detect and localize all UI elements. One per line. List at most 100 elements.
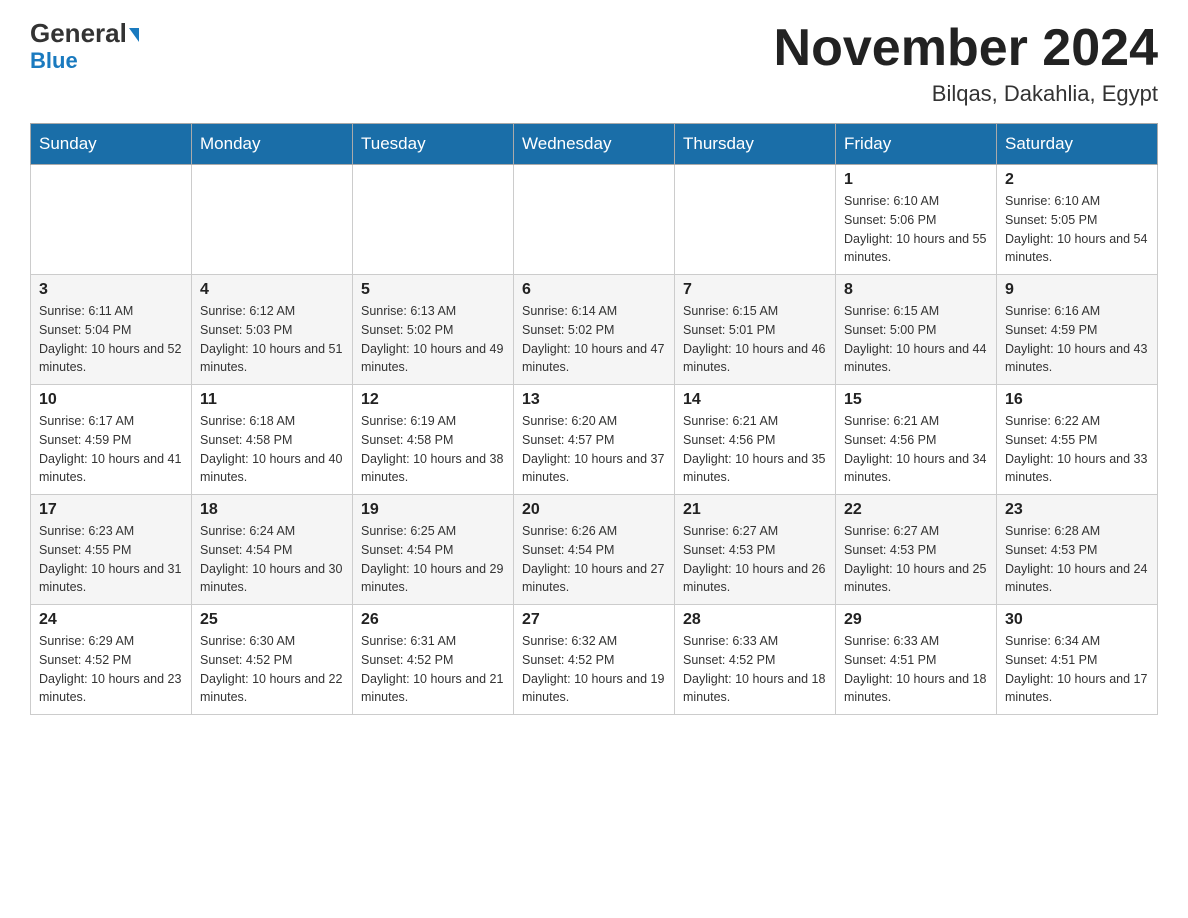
- table-row: 17 Sunrise: 6:23 AMSunset: 4:55 PMDayligh…: [31, 495, 192, 605]
- day-info-line: Daylight: 10 hours and 44 minutes.: [844, 340, 988, 378]
- day-number: 20: [522, 501, 666, 519]
- day-info-line: Sunrise: 6:26 AM: [522, 522, 666, 541]
- table-row: 23Sunrise: 6:28 AMSunset: 4:53 PMDayligh…: [997, 495, 1158, 605]
- day-info-line: Daylight: 10 hours and 26 minutes.: [683, 560, 827, 598]
- day-info-line: Daylight: 10 hours and 27 minutes.: [522, 560, 666, 598]
- day-info: Sunrise: 6:21 AMSunset: 4:56 PMDaylight:…: [844, 412, 988, 487]
- day-info-line: Daylight: 10 hours and 34 minutes.: [844, 450, 988, 488]
- day-info-line: Daylight: 10 hours and 29 minutes.: [361, 560, 505, 598]
- day-number: 12: [361, 391, 505, 409]
- table-row: 11Sunrise: 6:18 AMSunset: 4:58 PMDayligh…: [192, 385, 353, 495]
- day-info: Sunrise: 6:15 AMSunset: 5:00 PMDaylight:…: [844, 302, 988, 377]
- day-info-line: Sunset: 4:54 PM: [522, 541, 666, 560]
- table-row: 19Sunrise: 6:25 AMSunset: 4:54 PMDayligh…: [353, 495, 514, 605]
- day-info-line: Sunrise: 6:13 AM: [361, 302, 505, 321]
- table-row: 29Sunrise: 6:33 AMSunset: 4:51 PMDayligh…: [836, 605, 997, 715]
- day-number: 19: [361, 501, 505, 519]
- day-number: 27: [522, 611, 666, 629]
- day-info-line: Sunset: 4:55 PM: [39, 541, 183, 560]
- table-row: [675, 165, 836, 275]
- day-info-line: Daylight: 10 hours and 23 minutes.: [39, 670, 183, 708]
- day-info-line: Sunset: 4:51 PM: [1005, 651, 1149, 670]
- day-info-line: Sunset: 5:04 PM: [39, 321, 183, 340]
- day-info-line: Daylight: 10 hours and 43 minutes.: [1005, 340, 1149, 378]
- day-info: Sunrise: 6:29 AMSunset: 4:52 PMDaylight:…: [39, 632, 183, 707]
- table-row: 30Sunrise: 6:34 AMSunset: 4:51 PMDayligh…: [997, 605, 1158, 715]
- day-info-line: Sunset: 4:53 PM: [683, 541, 827, 560]
- table-row: [31, 165, 192, 275]
- day-info-line: Sunset: 4:55 PM: [1005, 431, 1149, 450]
- day-info: Sunrise: 6:31 AMSunset: 4:52 PMDaylight:…: [361, 632, 505, 707]
- day-info-line: Sunset: 4:58 PM: [361, 431, 505, 450]
- day-info: Sunrise: 6:10 AMSunset: 5:05 PMDaylight:…: [1005, 192, 1149, 267]
- table-row: 18Sunrise: 6:24 AMSunset: 4:54 PMDayligh…: [192, 495, 353, 605]
- calendar-table: Sunday Monday Tuesday Wednesday Thursday…: [30, 123, 1158, 715]
- logo-triangle-icon: [129, 28, 139, 42]
- day-info-line: Sunrise: 6:30 AM: [200, 632, 344, 651]
- day-info-line: Sunrise: 6:27 AM: [683, 522, 827, 541]
- table-row: 2Sunrise: 6:10 AMSunset: 5:05 PMDaylight…: [997, 165, 1158, 275]
- day-info: Sunrise: 6:30 AMSunset: 4:52 PMDaylight:…: [200, 632, 344, 707]
- day-info: Sunrise: 6:20 AMSunset: 4:57 PMDaylight:…: [522, 412, 666, 487]
- title-area: November 2024 Bilqas, Dakahlia, Egypt: [774, 20, 1158, 107]
- table-row: 27Sunrise: 6:32 AMSunset: 4:52 PMDayligh…: [514, 605, 675, 715]
- day-info-line: Sunrise: 6:27 AM: [844, 522, 988, 541]
- day-info-line: Sunrise: 6:14 AM: [522, 302, 666, 321]
- day-info-line: Sunrise: 6:32 AM: [522, 632, 666, 651]
- day-info-line: Daylight: 10 hours and 18 minutes.: [844, 670, 988, 708]
- day-info: Sunrise: 6:24 AMSunset: 4:54 PMDaylight:…: [200, 522, 344, 597]
- day-info-line: Sunset: 4:57 PM: [522, 431, 666, 450]
- day-number: 26: [361, 611, 505, 629]
- day-info-line: Sunrise: 6:16 AM: [1005, 302, 1149, 321]
- day-info-line: Daylight: 10 hours and 33 minutes.: [1005, 450, 1149, 488]
- table-row: 5Sunrise: 6:13 AMSunset: 5:02 PMDaylight…: [353, 275, 514, 385]
- day-info-line: Sunset: 4:54 PM: [200, 541, 344, 560]
- day-info-line: Daylight: 10 hours and 30 minutes.: [200, 560, 344, 598]
- table-row: 14Sunrise: 6:21 AMSunset: 4:56 PMDayligh…: [675, 385, 836, 495]
- day-info-line: Sunrise: 6:20 AM: [522, 412, 666, 431]
- day-info-line: Sunrise: 6:21 AM: [683, 412, 827, 431]
- logo-blue: Blue: [30, 48, 78, 74]
- day-info-line: Sunrise: 6:10 AM: [844, 192, 988, 211]
- calendar-week-row: 17 Sunrise: 6:23 AMSunset: 4:55 PMDayligh…: [31, 495, 1158, 605]
- day-number: 24: [39, 611, 183, 629]
- day-info-line: Daylight: 10 hours and 37 minutes.: [522, 450, 666, 488]
- day-info-line: Daylight: 10 hours and 55 minutes.: [844, 230, 988, 268]
- day-info: Sunrise: 6:16 AMSunset: 4:59 PMDaylight:…: [1005, 302, 1149, 377]
- day-number: 3: [39, 281, 183, 299]
- day-number: 28: [683, 611, 827, 629]
- day-info-line: Daylight: 10 hours and 54 minutes.: [1005, 230, 1149, 268]
- location-title: Bilqas, Dakahlia, Egypt: [774, 81, 1158, 107]
- day-number: 4: [200, 281, 344, 299]
- day-info-line: Sunset: 4:58 PM: [200, 431, 344, 450]
- day-info-line: Sunset: 4:53 PM: [844, 541, 988, 560]
- day-number: 11: [200, 391, 344, 409]
- day-number: 17: [39, 501, 183, 519]
- day-info-line: Sunset: 5:05 PM: [1005, 211, 1149, 230]
- table-row: 12Sunrise: 6:19 AMSunset: 4:58 PMDayligh…: [353, 385, 514, 495]
- day-info-line: Sunset: 5:00 PM: [844, 321, 988, 340]
- day-info-line: Sunrise: 6:25 AM: [361, 522, 505, 541]
- table-row: 28 Sunrise: 6:33 AMSunset: 4:52 PMDayligh…: [675, 605, 836, 715]
- day-info-line: Sunset: 5:02 PM: [361, 321, 505, 340]
- table-row: 16Sunrise: 6:22 AMSunset: 4:55 PMDayligh…: [997, 385, 1158, 495]
- day-number: 7: [683, 281, 827, 299]
- day-info-line: Sunset: 4:52 PM: [361, 651, 505, 670]
- day-info-line: Daylight: 10 hours and 22 minutes.: [200, 670, 344, 708]
- day-info-line: Sunrise: 6:15 AM: [844, 302, 988, 321]
- day-info-line: Sunrise: 6:24 AM: [200, 522, 344, 541]
- day-info: Sunrise: 6:23 AMSunset: 4:55 PMDaylight:…: [39, 522, 183, 597]
- col-sunday: Sunday: [31, 124, 192, 165]
- day-info: Sunrise: 6:12 AMSunset: 5:03 PMDaylight:…: [200, 302, 344, 377]
- day-info-line: Sunset: 5:02 PM: [522, 321, 666, 340]
- table-row: 20 Sunrise: 6:26 AMSunset: 4:54 PMDayligh…: [514, 495, 675, 605]
- day-info: Sunrise: 6:33 AMSunset: 4:52 PMDaylight:…: [683, 632, 827, 707]
- day-info-line: Daylight: 10 hours and 49 minutes.: [361, 340, 505, 378]
- table-row: 26 Sunrise: 6:31 AMSunset: 4:52 PMDayligh…: [353, 605, 514, 715]
- day-info: Sunrise: 6:27 AMSunset: 4:53 PMDaylight:…: [844, 522, 988, 597]
- day-info-line: Sunset: 4:59 PM: [39, 431, 183, 450]
- day-info-line: Daylight: 10 hours and 35 minutes.: [683, 450, 827, 488]
- page-header: General Blue November 2024 Bilqas, Dakah…: [30, 20, 1158, 107]
- day-info: Sunrise: 6:17 AMSunset: 4:59 PMDaylight:…: [39, 412, 183, 487]
- day-number: 9: [1005, 281, 1149, 299]
